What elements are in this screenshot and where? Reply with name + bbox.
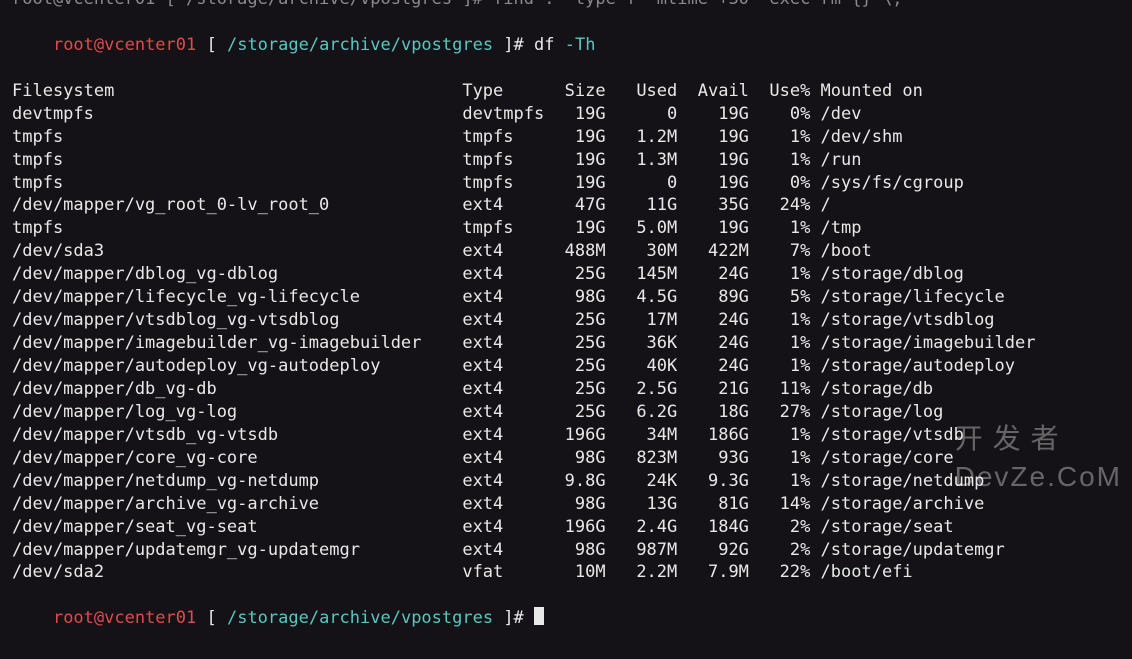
table-row: /dev/sda3 ext4 488M 30M 422M 7% /boot <box>12 240 1120 263</box>
terminal-output[interactable]: root@vcenter01 [ /storage/archive/vpostg… <box>12 0 1120 653</box>
prompt-open-bracket: [ <box>196 35 227 55</box>
cut-previous-line: root@vcenter01 [ /storage/archive/vpostg… <box>12 0 1120 11</box>
command-name: df <box>534 35 565 55</box>
table-row: /dev/mapper/imagebuilder_vg-imagebuilder… <box>12 332 1120 355</box>
table-row: /dev/mapper/vg_root_0-lv_root_0 ext4 47G… <box>12 194 1120 217</box>
df-output-table: Filesystem Type Size Used Avail Use% Mou… <box>12 80 1120 585</box>
prompt-cwd: /storage/archive/vpostgres <box>227 608 493 628</box>
table-row: /dev/mapper/vtsdb_vg-vtsdb ext4 196G 34M… <box>12 424 1120 447</box>
table-row: tmpfs tmpfs 19G 0 19G 0% /sys/fs/cgroup <box>12 172 1120 195</box>
table-row: /dev/mapper/seat_vg-seat ext4 196G 2.4G … <box>12 516 1120 539</box>
prompt-user-host: root@vcenter01 <box>53 35 196 55</box>
cursor[interactable] <box>534 607 544 625</box>
prompt-open-bracket: [ <box>196 608 227 628</box>
table-row: /dev/sda2 vfat 10M 2.2M 7.9M 22% /boot/e… <box>12 561 1120 584</box>
table-row: devtmpfs devtmpfs 19G 0 19G 0% /dev <box>12 103 1120 126</box>
table-row: /dev/mapper/updatemgr_vg-updatemgr ext4 … <box>12 539 1120 562</box>
prompt-line: root@vcenter01 [ /storage/archive/vpostg… <box>12 11 1120 80</box>
command-flag: -Th <box>565 35 596 55</box>
table-row: /dev/mapper/log_vg-log ext4 25G 6.2G 18G… <box>12 401 1120 424</box>
table-row: tmpfs tmpfs 19G 1.3M 19G 1% /run <box>12 149 1120 172</box>
table-header: Filesystem Type Size Used Avail Use% Mou… <box>12 80 1120 103</box>
prompt-cwd: /storage/archive/vpostgres <box>227 35 493 55</box>
table-row: /dev/mapper/vtsdblog_vg-vtsdblog ext4 25… <box>12 309 1120 332</box>
table-row: /dev/mapper/netdump_vg-netdump ext4 9.8G… <box>12 470 1120 493</box>
table-row: /dev/mapper/core_vg-core ext4 98G 823M 9… <box>12 447 1120 470</box>
table-row: /dev/mapper/autodeploy_vg-autodeploy ext… <box>12 355 1120 378</box>
prompt-close-bracket: ]# <box>493 35 534 55</box>
table-row: /dev/mapper/archive_vg-archive ext4 98G … <box>12 493 1120 516</box>
table-row: tmpfs tmpfs 19G 1.2M 19G 1% /dev/shm <box>12 126 1120 149</box>
table-row: /dev/mapper/lifecycle_vg-lifecycle ext4 … <box>12 286 1120 309</box>
prompt-line-bottom: root@vcenter01 [ /storage/archive/vpostg… <box>12 584 1120 653</box>
table-row: /dev/mapper/dblog_vg-dblog ext4 25G 145M… <box>12 263 1120 286</box>
table-row: /dev/mapper/db_vg-db ext4 25G 2.5G 21G 1… <box>12 378 1120 401</box>
prompt-user-host: root@vcenter01 <box>53 608 196 628</box>
table-row: tmpfs tmpfs 19G 5.0M 19G 1% /tmp <box>12 217 1120 240</box>
prompt-close-bracket: ]# <box>493 608 534 628</box>
